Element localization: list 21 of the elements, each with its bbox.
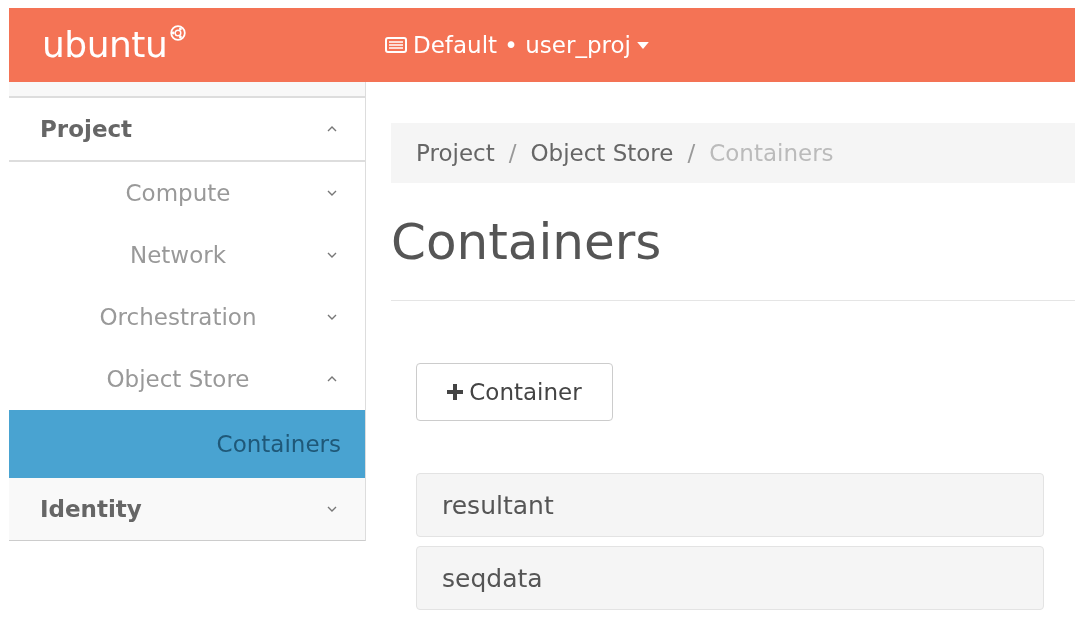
sidebar-item[interactable]: Network [9,224,365,286]
container-item[interactable]: resultant [416,473,1044,537]
sidebar-section[interactable]: Identity [9,478,365,540]
breadcrumb-link[interactable]: Project [416,140,495,166]
brand-logo-text[interactable]: ubuntu [42,27,168,63]
caret-icon [636,41,649,49]
sidebar-item[interactable]: Orchestration [9,286,365,348]
breadcrumb-separator: / [508,140,517,166]
sidebar-item[interactable]: Object Store [9,348,365,410]
circle-of-friends-icon [170,25,187,41]
breadcrumb-link[interactable]: Object Store [530,140,674,166]
project-selector[interactable]: Default • user_proj [385,32,649,58]
container-item[interactable]: seqdata [416,546,1044,610]
sidebar-subitem[interactable]: Containers [9,410,365,478]
plus-icon [447,384,464,400]
sidebar-item[interactable]: Compute [9,162,365,224]
breadcrumb-separator: / [687,140,696,166]
add-container-button[interactable]: Container [416,363,613,421]
page-title: Containers [391,212,663,273]
list-card-icon [385,37,407,53]
sidebar-section[interactable]: Project [9,98,365,162]
